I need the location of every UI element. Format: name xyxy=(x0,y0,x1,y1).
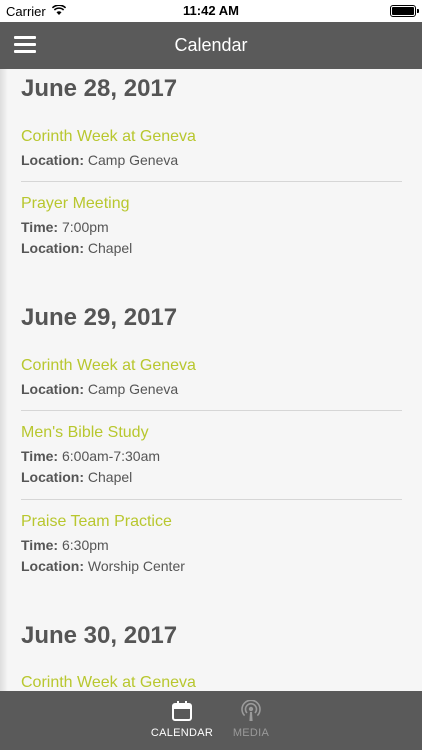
event-item[interactable]: Corinth Week at Geneva xyxy=(21,674,402,691)
location-value: Worship Center xyxy=(87,558,185,574)
event-title[interactable]: Men's Bible Study xyxy=(21,424,402,442)
location-value: Chapel xyxy=(87,469,133,485)
divider xyxy=(21,181,402,182)
time-label: Time: xyxy=(21,448,59,464)
day-heading: June 30, 2017 xyxy=(21,622,178,649)
day-heading: June 28, 2017 xyxy=(21,75,178,102)
location-value: Camp Geneva xyxy=(87,381,179,397)
page-title: Calendar xyxy=(174,35,248,55)
event-title[interactable]: Corinth Week at Geneva xyxy=(21,357,402,375)
event-title[interactable]: Corinth Week at Geneva xyxy=(21,128,402,146)
event-title[interactable]: Corinth Week at Geneva xyxy=(21,674,402,691)
tab-label: CALENDAR xyxy=(150,727,214,739)
time-label: Time: xyxy=(21,537,59,553)
event-item[interactable]: Corinth Week at Geneva Location: Camp Ge… xyxy=(21,357,402,400)
event-title[interactable]: Praise Team Practice xyxy=(21,513,402,531)
status-time: 11:42 AM xyxy=(183,3,239,18)
day-heading: June 29, 2017 xyxy=(21,304,178,331)
podcast-icon xyxy=(241,700,261,721)
tab-calendar[interactable]: CALENDAR xyxy=(147,691,217,750)
event-title[interactable]: Prayer Meeting xyxy=(21,195,402,213)
event-time: Time: 6:00am-7:30am xyxy=(21,446,402,467)
time-value: 6:30pm xyxy=(61,537,109,553)
battery-icon xyxy=(390,5,419,17)
location-label: Location: xyxy=(21,240,84,256)
event-time: Time: 7:00pm xyxy=(21,217,402,238)
event-location: Location: Camp Geneva xyxy=(21,150,402,171)
event-item[interactable]: Prayer Meeting Time: 7:00pm Location: Ch… xyxy=(21,195,402,259)
divider xyxy=(21,499,402,500)
tab-label: MEDIA xyxy=(232,727,270,739)
event-item[interactable]: Praise Team Practice Time: 6:30pm Locati… xyxy=(21,513,402,577)
time-value: 6:00am-7:30am xyxy=(61,448,161,464)
location-label: Location: xyxy=(21,558,84,574)
time-value: 7:00pm xyxy=(61,219,109,235)
nav-bar: Calendar xyxy=(0,22,422,69)
time-label: Time: xyxy=(21,219,59,235)
location-value: Chapel xyxy=(87,240,133,256)
event-time: Time: 6:30pm xyxy=(21,535,402,556)
location-label: Location: xyxy=(21,469,84,485)
location-label: Location: xyxy=(21,381,84,397)
event-item[interactable]: Corinth Week at Geneva Location: Camp Ge… xyxy=(21,128,402,171)
event-location: Location: Chapel xyxy=(21,467,402,488)
status-bar: Carrier 11:42 AM xyxy=(0,0,422,22)
event-item[interactable]: Men's Bible Study Time: 6:00am-7:30am Lo… xyxy=(21,424,402,488)
calendar-list[interactable]: June 28, 2017 Corinth Week at Geneva Loc… xyxy=(0,69,422,691)
calendar-icon xyxy=(172,701,192,721)
event-location: Location: Worship Center xyxy=(21,556,402,577)
tab-bar: CALENDAR MEDIA xyxy=(0,691,422,750)
divider xyxy=(21,410,402,411)
location-value: Camp Geneva xyxy=(87,152,179,168)
location-label: Location: xyxy=(21,152,84,168)
tab-media[interactable]: MEDIA xyxy=(216,691,286,750)
event-location: Location: Chapel xyxy=(21,238,402,259)
event-location: Location: Camp Geneva xyxy=(21,379,402,400)
